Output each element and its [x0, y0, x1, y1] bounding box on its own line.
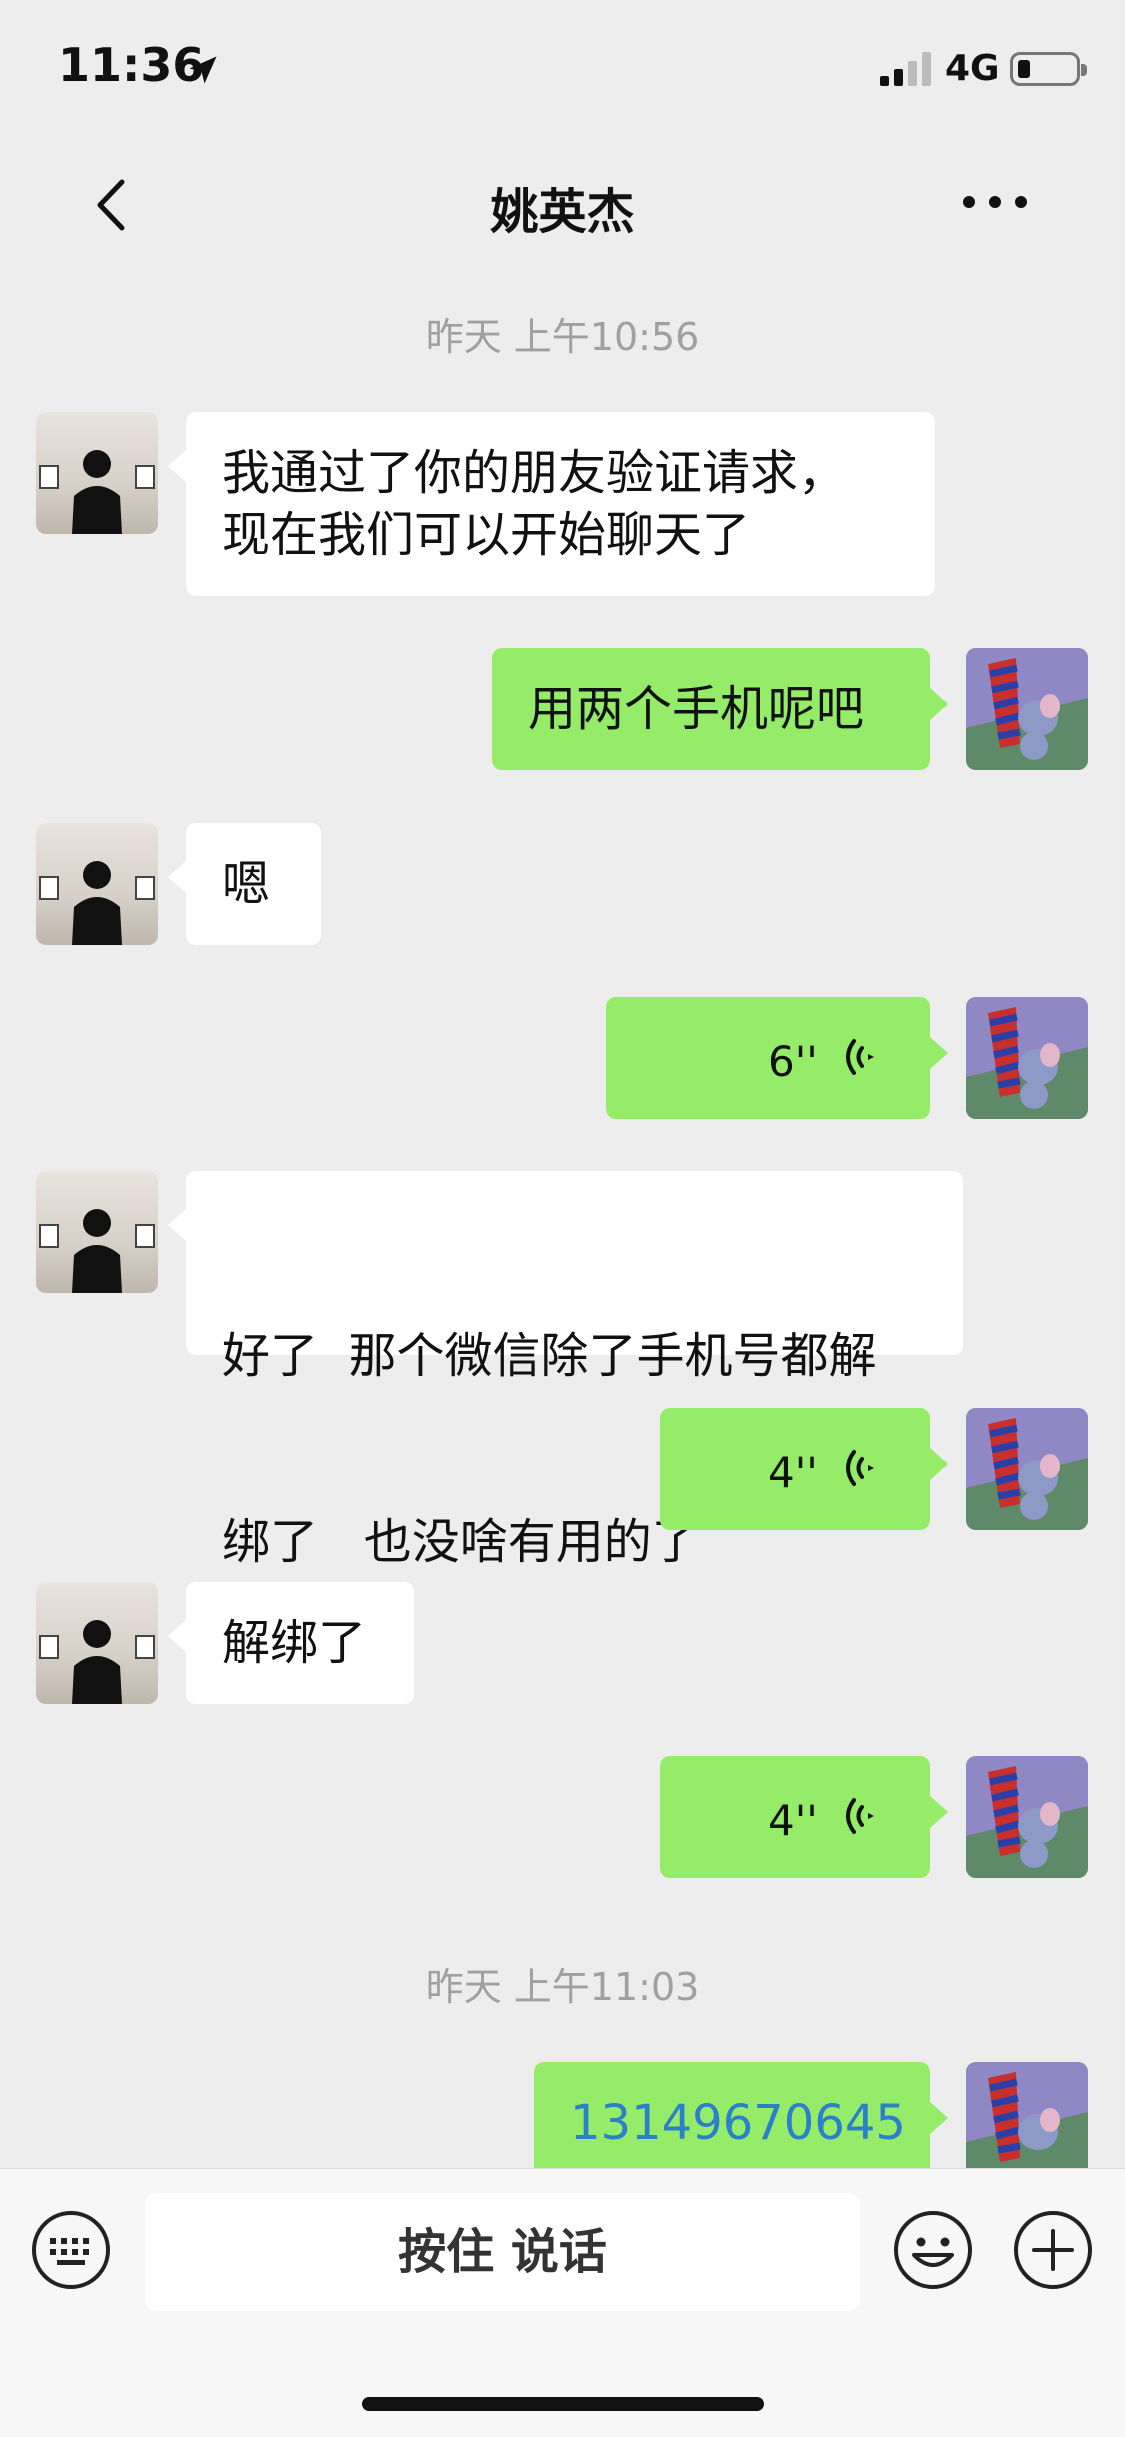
plus-icon[interactable] [1012, 2209, 1094, 2291]
self-avatar[interactable] [966, 2062, 1088, 2184]
contact-avatar[interactable] [36, 1171, 158, 1293]
status-time: 11:36 [58, 38, 205, 92]
self-avatar[interactable] [966, 997, 1088, 1119]
message-bubble-received[interactable]: 好了 那个微信除了手机号都解 绑了 也没啥有用的了 [168, 1171, 963, 1570]
message-line: 好了 那个微信除了手机号都解 [222, 1328, 877, 1384]
voice-wave-icon [846, 1798, 874, 1834]
emoji-icon[interactable] [892, 2209, 974, 2291]
message-bubble-received[interactable]: 我通过了你的朋友验证请求， 现在我们可以开始聊天了 [168, 412, 935, 596]
person-silhouette-icon [39, 1209, 155, 1293]
message-bubble-received[interactable]: 解绑了 [168, 1582, 414, 1704]
message-text: 解绑了 [222, 1615, 367, 1671]
message-bubble-sent[interactable]: 13149670645 [534, 2062, 948, 2184]
cartoon-mouse-icon [966, 1408, 1088, 1530]
home-indicator[interactable] [362, 2397, 764, 2411]
cartoon-mouse-icon [966, 648, 1088, 770]
voice-duration: 4'' [768, 1796, 818, 1845]
voice-wave-icon [846, 1450, 874, 1486]
person-silhouette-icon [39, 1620, 155, 1704]
self-avatar[interactable] [966, 648, 1088, 770]
phone-number-link[interactable]: 13149670645 [570, 2092, 906, 2154]
person-silhouette-icon [39, 861, 155, 945]
battery-icon [1010, 52, 1087, 86]
cartoon-mouse-icon [966, 2062, 1088, 2184]
contact-avatar[interactable] [36, 1582, 158, 1704]
self-avatar[interactable] [966, 1756, 1088, 1878]
hold-to-talk-button[interactable]: 按住 说话 [145, 2193, 860, 2311]
self-avatar[interactable] [966, 1408, 1088, 1530]
more-dots-icon[interactable] [955, 172, 1035, 232]
timestamp: 昨天 上午11:03 [425, 1965, 700, 2009]
message-bubble-sent[interactable]: 用两个手机呢吧 [492, 648, 948, 770]
voice-duration: 6'' [768, 1037, 818, 1086]
message-line: 我通过了你的朋友验证请求， [222, 445, 847, 501]
message-text: 嗯 [222, 856, 271, 912]
network-type: 4G [945, 48, 1000, 89]
voice-message-sent[interactable]: 4'' [660, 1756, 948, 1878]
person-silhouette-icon [39, 450, 155, 534]
voice-wave-icon [846, 1039, 874, 1075]
input-bar: 按住 说话 [0, 2168, 1125, 2437]
contact-avatar[interactable] [36, 823, 158, 945]
chat-header: 姚英杰 [0, 150, 1125, 250]
voice-message-sent[interactable]: 4'' [660, 1408, 948, 1530]
signal-icon [880, 52, 931, 86]
contact-avatar[interactable] [36, 412, 158, 534]
message-line: 现在我们可以开始聊天了 [222, 507, 751, 563]
location-arrow-icon [189, 56, 217, 84]
voice-duration: 4'' [768, 1448, 818, 1497]
keyboard-icon[interactable] [30, 2209, 112, 2291]
cartoon-mouse-icon [966, 997, 1088, 1119]
message-bubble-received[interactable]: 嗯 [168, 823, 321, 945]
timestamp: 昨天 上午10:56 [425, 315, 700, 359]
message-text: 用两个手机呢吧 [528, 681, 865, 737]
status-bar: 11:36 4G [0, 0, 1125, 140]
cartoon-mouse-icon [966, 1756, 1088, 1878]
voice-message-sent[interactable]: 6'' [606, 997, 948, 1119]
